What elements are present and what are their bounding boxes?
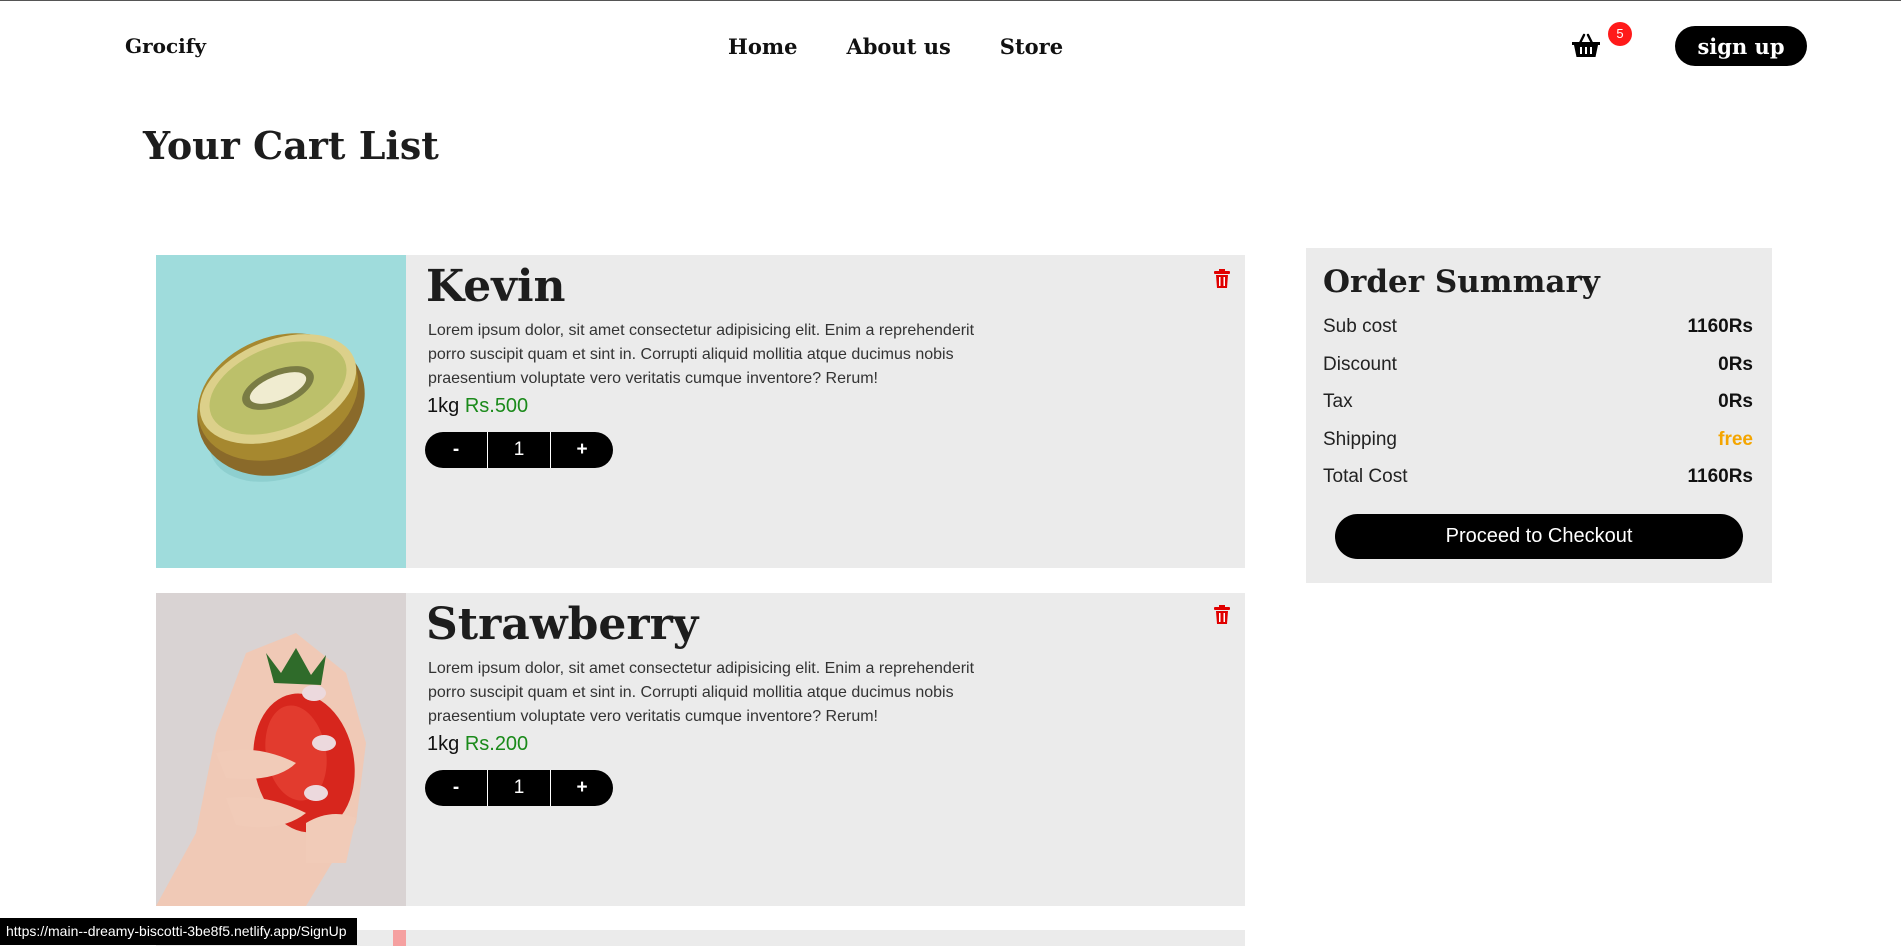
- summary-row-tax: Tax 0Rs: [1323, 391, 1753, 419]
- summary-row-total: Total Cost 1160Rs: [1323, 466, 1753, 494]
- quantity-stepper: - 1 +: [425, 770, 613, 806]
- navbar: Grocify Home About us Store 5 sign up: [0, 1, 1901, 91]
- increase-qty-button[interactable]: +: [551, 432, 613, 468]
- nav-link-home[interactable]: Home: [728, 34, 797, 59]
- summary-value: 0Rs: [1718, 391, 1753, 412]
- trash-icon[interactable]: [1214, 269, 1230, 293]
- item-name: Strawberry: [426, 599, 699, 650]
- summary-label: Shipping: [1323, 429, 1397, 450]
- nav-links: Home About us Store: [728, 34, 1112, 59]
- brand-logo[interactable]: Grocify: [125, 34, 206, 58]
- checkout-button[interactable]: Proceed to Checkout: [1335, 514, 1743, 559]
- item-unit: 1kg: [427, 733, 460, 755]
- signup-button[interactable]: sign up: [1675, 26, 1807, 66]
- item-unit: 1kg: [427, 395, 460, 417]
- quantity-stepper: - 1 +: [425, 432, 613, 468]
- summary-row-shipping: Shipping free: [1323, 429, 1753, 457]
- nav-link-store[interactable]: Store: [1000, 34, 1063, 59]
- item-price: 1kg Rs.200: [427, 733, 528, 756]
- item-name: Kevin: [426, 261, 566, 312]
- summary-value: free: [1718, 429, 1753, 450]
- item-description: Lorem ipsum dolor, sit amet consectetur …: [428, 660, 975, 725]
- page-title: Your Cart List: [143, 123, 439, 168]
- trash-icon[interactable]: [1214, 605, 1230, 629]
- summary-row-subcost: Sub cost 1160Rs: [1323, 316, 1753, 344]
- kiwi-image: [156, 255, 406, 568]
- item-price-value: Rs.500: [464, 395, 529, 417]
- summary-row-discount: Discount 0Rs: [1323, 354, 1753, 382]
- decrease-qty-button[interactable]: -: [425, 770, 487, 806]
- cart-item: Strawberry Lorem ipsum dolor, sit amet c…: [156, 593, 1245, 906]
- summary-value: 1160Rs: [1687, 316, 1753, 337]
- nav-link-about[interactable]: About us: [846, 34, 950, 59]
- increase-qty-button[interactable]: +: [551, 770, 613, 806]
- strawberry-image: [156, 593, 406, 906]
- basket-icon: [1572, 33, 1600, 57]
- cart-button[interactable]: 5: [1571, 22, 1632, 67]
- summary-value: 0Rs: [1718, 354, 1753, 375]
- summary-label: Sub cost: [1323, 316, 1397, 337]
- qty-value: 1: [487, 432, 551, 468]
- qty-value: 1: [487, 770, 551, 806]
- cart-count-badge: 5: [1608, 22, 1632, 46]
- summary-label: Discount: [1323, 354, 1397, 375]
- summary-label: Total Cost: [1323, 466, 1408, 487]
- summary-value: 1160Rs: [1687, 466, 1753, 487]
- decrease-qty-button[interactable]: -: [425, 432, 487, 468]
- item-price: 1kg Rs.500: [427, 395, 528, 418]
- item-description: Lorem ipsum dolor, sit amet consectetur …: [428, 322, 975, 387]
- cart-item: Kevin Lorem ipsum dolor, sit amet consec…: [156, 255, 1245, 568]
- status-bar-url: https://main--dreamy-biscotti-3be8f5.net…: [0, 918, 357, 945]
- item-image-partial: [393, 930, 406, 946]
- summary-label: Tax: [1323, 391, 1353, 412]
- item-price-value: Rs.200: [464, 733, 529, 755]
- order-summary: Order Summary Sub cost 1160Rs Discount 0…: [1306, 248, 1772, 583]
- summary-title: Order Summary: [1323, 264, 1600, 300]
